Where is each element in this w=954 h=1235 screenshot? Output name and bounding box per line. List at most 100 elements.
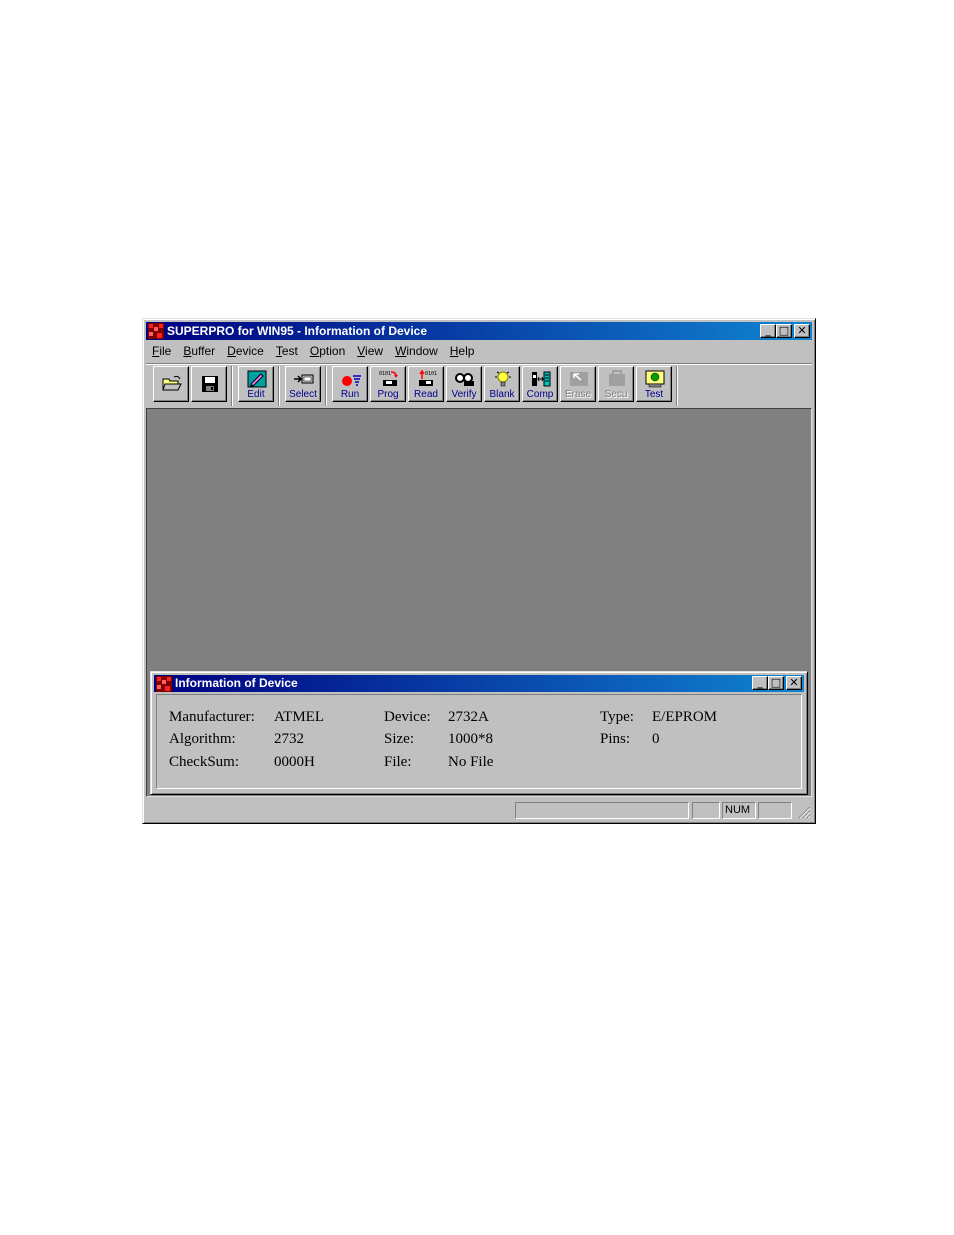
edit-label: Edit [247,389,265,400]
menu-option-mnemonic: O [309,344,320,358]
menu-view[interactable]: View [351,342,389,361]
erase-label: Erase [564,389,592,400]
toolbar: Edit Select Run 0101 Prog 0101 Read Veri… [146,363,812,411]
maximize-button[interactable]: □ [776,324,792,338]
menu-file-label: ile [159,344,172,358]
menu-bar: File Buffer Device Test Option View Wind… [146,342,812,361]
read-button[interactable]: 0101 Read [408,366,444,402]
pins-label: Pins: [600,731,631,747]
menu-buffer[interactable]: Buffer [177,342,221,361]
status-bar: NUM [146,800,812,820]
edit-pencil-icon [247,370,267,388]
resize-grip-icon[interactable] [797,805,811,819]
toolbar-separator [325,366,327,406]
toolbar-separator [231,366,233,406]
algorithm-value: 2732 [274,731,304,747]
run-icon [342,375,361,386]
size-value: 1000*8 [448,731,493,747]
menu-file[interactable]: File [146,342,177,361]
comp-button[interactable]: Comp [522,366,558,402]
open-button[interactable] [153,366,189,402]
secu-label: Secu [604,389,628,400]
menu-test[interactable]: Test [270,342,304,361]
folder-open-icon [162,375,182,391]
algorithm-label: Algorithm: [169,731,236,747]
verify-label: Verify [451,389,477,400]
manufacturer-label: Manufacturer: [169,709,255,725]
verify-glasses-icon [455,373,474,386]
compare-icon [532,371,551,387]
read-label: Read [414,389,438,400]
run-button[interactable]: Run [332,366,368,402]
child-close-button[interactable]: ✕ [786,676,802,690]
child-maximize-button[interactable]: □ [768,676,784,690]
secu-button[interactable]: Secu [598,366,634,402]
device-info-window: Information of Device _ □ ✕ Manufacturer… [150,671,808,795]
checksum-label: CheckSum: [169,754,239,770]
toolbar-separator [676,366,678,406]
menu-test-label: est [281,344,298,358]
pins-value: 0 [652,731,660,747]
child-window-title: Information of Device [175,676,298,690]
read-chip-text: 0101 [425,371,437,377]
menu-option[interactable]: Option [304,342,351,361]
blank-bulb-icon [495,371,511,387]
minimize-button[interactable]: _ [760,324,776,338]
menu-help-label: elp [458,344,475,358]
select-label: Select [289,389,317,400]
menu-device-mnemonic: D [227,344,236,358]
run-label: Run [340,389,360,400]
status-pane-message [515,802,689,819]
select-button[interactable]: Select [285,366,321,402]
type-value: E/EPROM [652,709,718,725]
prog-label: Prog [377,389,399,400]
blank-label: Blank [489,389,515,400]
menu-buffer-label: uffer [191,344,216,358]
menu-option-label: ption [319,344,346,358]
test-button[interactable]: Test [636,366,672,402]
child-caption-buttons: _ □ ✕ [752,676,802,690]
status-pane-scroll [758,802,792,819]
erase-icon [570,372,588,386]
file-value: No File [448,754,494,770]
main-window: SUPERPRO for WIN95 - Information of Devi… [142,318,816,824]
title-bar[interactable]: SUPERPRO for WIN95 - Information of Devi… [146,322,812,340]
device-label: Device: [384,709,431,725]
menu-window-label: indow [406,344,438,358]
security-icon [609,370,625,386]
superpro-app-icon[interactable] [148,323,164,339]
program-chip-icon: 0101 [379,371,398,386]
menu-view-label: iew [365,344,384,358]
child-minimize-button[interactable]: _ [752,676,768,690]
edit-button[interactable]: Edit [238,366,274,402]
prog-chip-text: 0101 [379,371,391,377]
device-info-panel: Manufacturer: ATMEL Algorithm: 2732 Chec… [156,694,802,789]
toolbar-separator [278,366,280,406]
erase-button[interactable]: Erase [560,366,596,402]
floppy-disk-icon [202,376,218,392]
menu-help[interactable]: Help [444,342,481,361]
status-pane-caps [692,802,720,819]
type-label: Type: [600,709,634,725]
child-title-bar[interactable]: Information of Device _ □ ✕ [154,675,804,692]
file-label: File: [384,754,412,770]
test-monitor-icon [645,370,665,388]
comp-label: Comp [526,389,554,400]
blank-button[interactable]: Blank [484,366,520,402]
prog-button[interactable]: 0101 Prog [370,366,406,402]
verify-button[interactable]: Verify [446,366,482,402]
close-button[interactable]: ✕ [794,324,810,338]
menu-window-mnemonic: W [395,344,407,358]
manufacturer-value: ATMEL [274,709,324,725]
menu-view-mnemonic: V [357,344,366,358]
menu-device-label: evice [235,344,264,358]
window-title: SUPERPRO for WIN95 - Information of Devi… [167,324,428,338]
save-button[interactable] [191,366,227,402]
status-pane-num: NUM [722,802,756,819]
menu-device[interactable]: Device [221,342,270,361]
menu-window[interactable]: Window [389,342,444,361]
read-chip-icon: 0101 [419,370,437,386]
checksum-value: 0000H [274,754,315,770]
superpro-app-icon[interactable] [156,676,172,692]
test-label: Test [644,389,664,400]
